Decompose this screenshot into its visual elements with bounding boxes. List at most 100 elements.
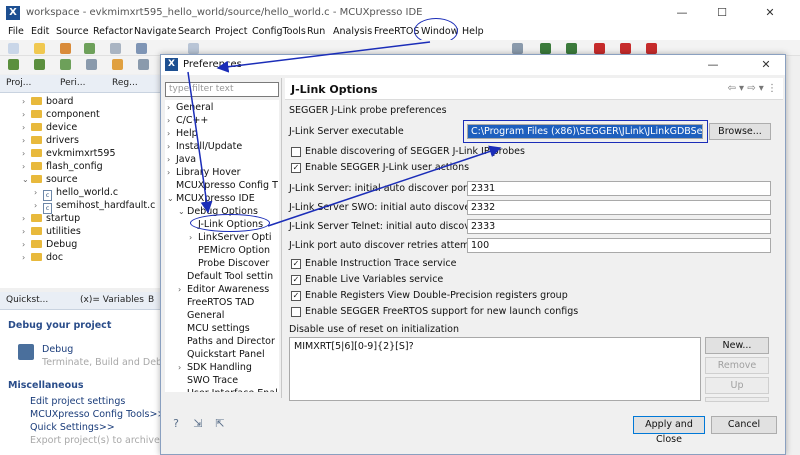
toolbar-icon[interactable] — [188, 43, 199, 54]
minimize-icon[interactable]: — — [662, 4, 702, 22]
preferences-tree-item[interactable]: SWO Trace — [178, 374, 238, 387]
toolbar-icon[interactable] — [86, 59, 97, 70]
menu-file[interactable]: File — [8, 26, 24, 37]
toolbar-icon[interactable] — [138, 59, 149, 70]
chevron-icon[interactable]: › — [22, 121, 31, 134]
chevron-icon[interactable]: › — [22, 251, 31, 264]
telnet-port-input[interactable]: 2333 — [467, 219, 771, 234]
chevron-icon[interactable]: › — [22, 212, 31, 225]
help-icon[interactable]: ? — [169, 417, 183, 431]
chevron-icon[interactable]: › — [34, 186, 43, 199]
tree-item[interactable]: › startup — [22, 212, 80, 225]
preferences-tree-item[interactable]: Probe Discover — [189, 257, 269, 270]
menu-configtools[interactable]: ConfigTools — [252, 26, 306, 37]
checkbox[interactable]: ✓ — [291, 163, 301, 173]
preferences-tree-item[interactable]: ⌄ MCUXpresso IDE — [167, 192, 255, 205]
preferences-tree-item[interactable]: Paths and Director — [178, 335, 275, 348]
chevron-icon[interactable]: › — [22, 134, 31, 147]
export-icon[interactable]: ⇱ — [213, 417, 227, 431]
toolbar-icon[interactable] — [646, 43, 657, 54]
menu-refactor[interactable]: Refactor — [93, 26, 133, 37]
checkbox[interactable]: ✓ — [291, 275, 301, 285]
preferences-tree-item[interactable]: › General — [167, 101, 213, 114]
build-icon[interactable] — [60, 43, 71, 54]
chevron-icon[interactable]: › — [34, 199, 43, 212]
server-port-input[interactable]: 2331 — [467, 181, 771, 196]
edit-project-settings-link[interactable]: Edit project settings — [30, 396, 125, 407]
toolbar-icon[interactable] — [136, 43, 147, 54]
preferences-tree-item[interactable]: › C/C++ — [167, 114, 208, 127]
debug-icon[interactable] — [18, 344, 34, 360]
new-icon[interactable] — [8, 43, 19, 54]
tree-divider[interactable] — [281, 78, 282, 398]
open-icon[interactable] — [34, 43, 45, 54]
preferences-tree-item[interactable]: PEMicro Option — [189, 244, 270, 257]
tab-registers[interactable]: Reg... — [112, 78, 138, 88]
debug-link[interactable]: Debug — [42, 344, 73, 355]
preferences-tree-item[interactable]: User Interface Enal — [178, 387, 278, 392]
tree-item[interactable]: › board — [22, 95, 73, 108]
menu-freertos[interactable]: FreeRTOS — [374, 26, 419, 37]
misc-section-title[interactable]: Miscellaneous — [8, 380, 84, 391]
preferences-tree-item[interactable]: Quickstart Panel — [178, 348, 265, 361]
close-icon[interactable]: ✕ — [750, 4, 790, 22]
chevron-icon[interactable]: › — [178, 361, 187, 374]
chevron-icon[interactable]: › — [22, 160, 31, 173]
chevron-icon[interactable]: › — [167, 127, 176, 140]
tree-item[interactable]: › evkmimxrt595 — [22, 147, 116, 160]
tab-quickstart[interactable]: Quickst... — [6, 295, 48, 305]
preferences-tree-item[interactable]: › SDK Handling — [178, 361, 252, 374]
preferences-tree-item[interactable]: › Help — [167, 127, 198, 140]
preferences-tree-item[interactable]: › Editor Awareness — [178, 283, 269, 296]
menu-project[interactable]: Project — [215, 26, 248, 37]
chevron-icon[interactable]: › — [178, 283, 187, 296]
tree-item[interactable]: › Debug — [22, 238, 77, 251]
minimize-icon[interactable]: — — [693, 56, 733, 74]
menu-help[interactable]: Help — [462, 26, 484, 37]
tree-item[interactable]: › c hello_world.c — [34, 186, 118, 201]
run-icon[interactable] — [34, 59, 45, 70]
preferences-tree-item[interactable]: › Java — [167, 153, 196, 166]
quick-settings-link[interactable]: Quick Settings>> — [30, 422, 115, 433]
debug-section-title[interactable]: Debug your project — [8, 320, 111, 331]
retries-input[interactable]: 100 — [467, 238, 771, 253]
cancel-button[interactable]: Cancel — [711, 416, 777, 434]
tab-peripherals[interactable]: Peri... — [60, 78, 85, 88]
preferences-tree-item[interactable]: › Install/Update — [167, 140, 242, 153]
toolbar-icon[interactable] — [620, 43, 631, 54]
down-button[interactable]: Down — [705, 397, 769, 402]
checkbox[interactable] — [291, 307, 301, 317]
tab-breakpoints[interactable]: B — [148, 295, 154, 305]
navigation-arrows-icon[interactable]: ⇦ ▾ ⇨ ▾ ⋮ — [727, 83, 777, 94]
preferences-tree-item[interactable]: › LinkServer Opti — [189, 231, 272, 244]
swo-port-input[interactable]: 2332 — [467, 200, 771, 215]
chevron-icon[interactable]: › — [22, 225, 31, 238]
tab-variables[interactable]: (x)= Variables — [80, 295, 144, 305]
preferences-tree-item[interactable]: FreeRTOS TAD — [178, 296, 254, 309]
toolbar-icon[interactable] — [60, 59, 71, 70]
chevron-icon[interactable]: › — [167, 101, 176, 114]
browse-button[interactable]: Browse... — [709, 123, 771, 140]
tree-item[interactable]: › utilities — [22, 225, 81, 238]
chevron-icon[interactable]: › — [167, 114, 176, 127]
chevron-icon[interactable]: › — [22, 147, 31, 160]
chevron-icon[interactable]: ⌄ — [167, 192, 176, 205]
filter-input[interactable]: type filter text — [165, 82, 279, 97]
toolbar-icon[interactable] — [566, 43, 577, 54]
tree-item[interactable]: › drivers — [22, 134, 79, 147]
toolbar-icon[interactable] — [540, 43, 551, 54]
menu-analysis[interactable]: Analysis — [333, 26, 372, 37]
list-item[interactable]: MIMXRT[5|6][0-9]{2}[S]? — [294, 341, 696, 352]
tree-item[interactable]: › doc — [22, 251, 63, 264]
apply-and-close-button[interactable]: Apply and Close — [633, 416, 705, 445]
menu-search[interactable]: Search — [178, 26, 211, 37]
checkbox[interactable] — [291, 147, 301, 157]
chevron-icon[interactable]: › — [22, 95, 31, 108]
maximize-icon[interactable]: ☐ — [702, 4, 742, 22]
chevron-icon[interactable]: ⌄ — [22, 173, 31, 186]
import-icon[interactable]: ⇲ — [191, 417, 205, 431]
preferences-tree-item[interactable]: MCU settings — [178, 322, 250, 335]
toolbar-icon[interactable] — [112, 59, 123, 70]
reset-list[interactable]: MIMXRT[5|6][0-9]{2}[S]? — [289, 337, 701, 401]
tree-item[interactable]: › c semihost_hardfault.c — [34, 199, 155, 214]
